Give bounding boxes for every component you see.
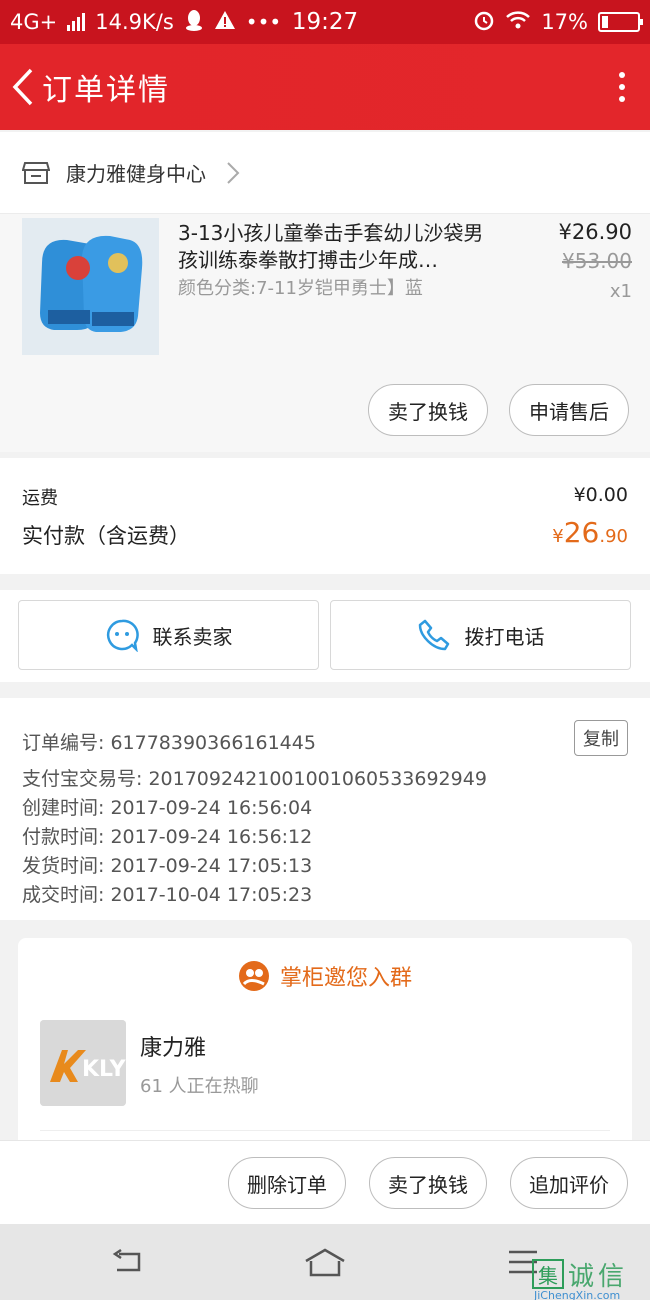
page-title: 订单详情 [42,73,170,108]
phone-icon [418,619,449,651]
group-section: 掌柜邀您入群 KLY 康力雅 61 人正在热聊 [0,922,650,1148]
copy-button[interactable]: 复制 [574,720,628,756]
product-image [22,218,159,355]
shop-name: 康力雅健身中心 [66,162,206,186]
group-title: 掌柜邀您入群 [18,960,632,992]
shipping-label: 运费 [22,488,58,509]
nav-back-button[interactable] [104,1244,148,1280]
order-number: 订单编号: 61778390366161445 [22,732,316,754]
shipping-value: ¥0.00 [573,484,628,506]
group-title-text: 掌柜邀您入群 [279,966,412,991]
completed-time: 成交时间: 2017-10-04 17:05:23 [22,884,313,906]
total-decimal: .90 [599,526,628,547]
watermark-box: 集 [532,1259,564,1289]
more-dot [619,96,625,102]
total-currency: ¥ [552,526,564,547]
more-dot [619,72,625,78]
more-dot [619,84,625,90]
total-integer: 26 [563,516,600,549]
shop-row[interactable]: 康力雅健身中心 [0,132,650,214]
chat-icon [106,619,139,652]
contact-seller-button[interactable]: 联系卖家 [18,600,319,670]
battery-icon [598,12,643,32]
watermark-sub: JiChengXin.com [534,1289,621,1300]
group-name: 康力雅 [140,1036,207,1061]
group-logo: KLY [40,1020,126,1106]
chevron-right-icon [227,161,240,184]
group-member-count: 61 人正在热聊 [140,1076,259,1097]
order-info: 订单编号: 61778390366161445 复制 支付宝交易号: 20170… [0,698,650,920]
sell-button-bottom[interactable]: 卖了换钱 [369,1157,487,1209]
watermark: 集 诚信 JiChengXin.com [532,1250,646,1300]
shipped-time: 发货时间: 2017-09-24 17:05:13 [22,855,313,877]
call-label: 拨打电话 [464,624,545,649]
group-card[interactable]: 掌柜邀您入群 KLY 康力雅 61 人正在热聊 [18,938,632,1148]
nav-home-icon [305,1248,345,1277]
add-review-button[interactable]: 追加评价 [510,1157,628,1209]
after-sale-button[interactable]: 申请售后 [509,384,629,436]
nav-back-icon [112,1248,141,1272]
back-button[interactable] [4,44,42,130]
bottom-action-bar: 删除订单 卖了换钱 追加评价 [0,1140,650,1224]
fee-summary: 运费 ¥0.00 实付款（含运费） ¥26.90 [0,458,650,574]
product-price: ¥26.90 [558,220,632,244]
total-value: ¥26.90 [552,516,628,549]
product-quantity: x1 [609,281,632,302]
product-name: 3-13小孩儿童拳击手套幼儿沙袋男孩训练泰拳散打搏击少年成… [178,221,484,272]
chevron-left-icon [12,68,33,106]
logo-text: KLY [82,1057,126,1082]
more-menu-button[interactable] [600,44,644,130]
product-sku: 颜色分类:7-11岁铠甲勇士】蓝 [178,278,423,299]
clock: 19:27 [291,9,359,35]
sell-button[interactable]: 卖了换钱 [368,384,488,436]
created-time: 创建时间: 2017-09-24 16:56:04 [22,797,313,819]
group-icon [238,961,269,991]
nav-home-button[interactable] [302,1244,348,1280]
call-button[interactable]: 拨打电话 [330,600,631,670]
paid-time: 付款时间: 2017-09-24 16:56:12 [22,826,313,848]
contact-seller-label: 联系卖家 [152,624,233,649]
status-bar: 4G+ 14.9K/s ••• 19:27 17% [0,0,650,44]
product-original-price: ¥53.00 [562,249,632,273]
watermark-text: 诚信 [568,1261,629,1292]
watermark-box-char: 集 [538,1263,558,1288]
divider [40,1130,610,1131]
header: 订单详情 [0,44,650,130]
contact-area: 联系卖家 拨打电话 [0,590,650,682]
alipay-number: 支付宝交易号: 2017092421001001060533692949 [22,768,487,790]
total-label: 实付款（含运费） [22,524,190,548]
delete-order-button[interactable]: 删除订单 [228,1157,346,1209]
product-item[interactable]: 3-13小孩儿童拳击手套幼儿沙袋男孩训练泰拳散打搏击少年成… 颜色分类:7-11… [0,214,650,452]
shop-icon [22,161,50,184]
